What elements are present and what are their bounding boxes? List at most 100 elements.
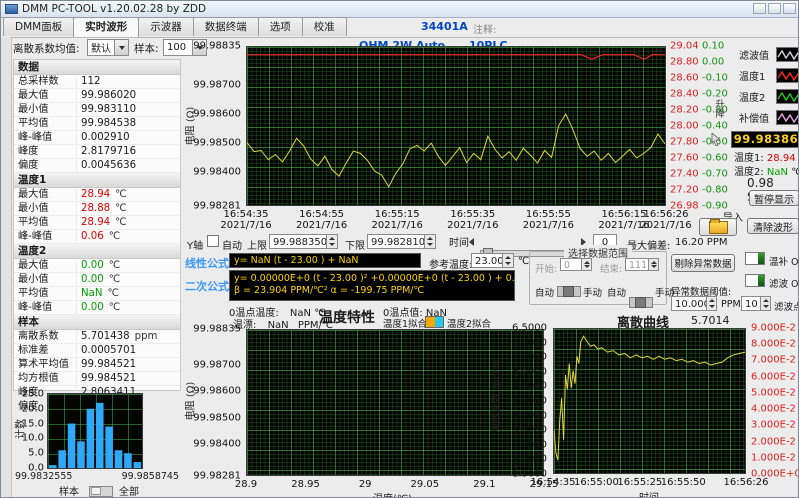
stats-row: 总采样数 112 — [14, 75, 180, 89]
range-end-spinner[interactable] — [649, 258, 659, 271]
axis-tick: 15.0 — [21, 418, 44, 430]
temp-chart-title: 温度特性 — [319, 310, 375, 326]
range2-auto-label: 自动 — [607, 288, 627, 299]
stats-row-label: 算术平均值 — [14, 358, 77, 371]
range-start-input[interactable]: 0 — [560, 258, 582, 271]
range-start-spinner[interactable] — [582, 258, 592, 271]
axis-tick: 16:55:55 2021/7/16 — [522, 209, 575, 231]
axis-tick: -0.20 — [702, 88, 728, 100]
histogram-xmax: 99.9858745 — [121, 471, 179, 482]
tab-2[interactable]: 实时波形 — [73, 17, 140, 37]
filter-points-spinner[interactable] — [761, 296, 771, 311]
axis-tick: 99.98500 — [193, 137, 241, 149]
dispersion-chart-plot — [553, 328, 746, 474]
tab-1[interactable]: DMM面板 — [3, 17, 75, 36]
tab-3[interactable]: 示波器 — [138, 17, 194, 36]
yaxis-auto-label: 自动 — [222, 241, 242, 252]
tab-4[interactable]: 数据终端 — [192, 17, 259, 36]
stats-row: 离散系数 5.701438 ppm — [14, 330, 180, 344]
maximize-button[interactable] — [768, 3, 781, 14]
outlier-threshold-spinner[interactable] — [707, 296, 717, 311]
stats-row-label: 标准差 — [14, 344, 77, 357]
remove-outlier-button[interactable]: 剔除异常数据 — [671, 254, 735, 272]
ref-temp-unit: ℃ — [518, 256, 530, 267]
axis-tick: 4.0000 — [512, 395, 547, 407]
linear-formula-label: 线性公式: — [185, 257, 234, 270]
axis-tick: 3.5000 — [512, 410, 547, 422]
axis-tick: 20.0 — [21, 403, 44, 415]
axis-tick: 0.00 — [702, 56, 725, 68]
stats-row-label: 最小值 — [14, 202, 77, 215]
cv-mean-dropdown[interactable]: 默认 — [87, 39, 129, 56]
stats-row: 峰度 2.8179716 — [14, 145, 180, 159]
axis-tick: 99.98281 — [193, 470, 241, 482]
stats-row-label: 最小值 — [14, 103, 77, 116]
axis-tick: 16:54:35 — [530, 477, 576, 488]
filter-points-label: 滤波点数 — [774, 302, 798, 313]
dispersion-ylabel: 离散系数 (ppm) — [491, 359, 503, 433]
range2-auto-manual-toggle[interactable] — [629, 297, 653, 308]
ref-temp-input[interactable]: 23.00 — [471, 253, 503, 268]
range1-auto-manual-toggle[interactable] — [557, 286, 581, 297]
quad-formula-display: y= 0.00000E+0 (t - 23.00 )² +0.00000E+0 … — [229, 270, 515, 301]
chevron-down-icon[interactable] — [114, 40, 128, 55]
lower-limit-input[interactable]: 99.982810 — [367, 234, 425, 249]
legend-item[interactable]: 温度1 — [739, 67, 798, 84]
time-slider-label: 时间 — [449, 238, 469, 249]
lower-limit-spinner[interactable] — [425, 234, 436, 249]
temp-comp-toggle[interactable] — [745, 252, 765, 265]
clear-waveform-button[interactable]: 清除波形 — [747, 218, 798, 234]
axis-tick: 99.98835 — [193, 40, 241, 52]
import-button[interactable] — [699, 218, 737, 236]
updown-scroll-control[interactable]: 升降 — [713, 99, 725, 118]
outlier-threshold-input[interactable]: 10.000 — [671, 296, 707, 311]
slider-left-arrow[interactable] — [469, 238, 474, 246]
close-button[interactable] — [783, 3, 796, 14]
histogram-yaxis: 25.0 20.0 15.0 10.0 5.0 0.0 — [21, 389, 46, 474]
tab-6[interactable]: 校准 — [301, 17, 347, 36]
pause-display-button[interactable]: 暂停显示 — [749, 190, 798, 206]
legend-swatch-icon[interactable] — [776, 68, 798, 83]
range1-auto-label: 自动 — [535, 288, 555, 299]
axis-tick: 16:55:50 — [660, 477, 706, 488]
legend-swatch-icon[interactable] — [776, 89, 798, 104]
tab-5[interactable]: 选项 — [257, 17, 303, 36]
dispersion-yaxis-right: 9.000E-2 8.000E-2 7.000E-2 6.000E-2 5.000E-2… — [749, 323, 798, 480]
stats-row-label: 离散系数 — [14, 330, 77, 343]
yaxis-auto-checkbox[interactable] — [207, 235, 219, 247]
ref-temp-spinner[interactable] — [503, 253, 514, 268]
fit-color-swatch[interactable] — [425, 316, 444, 328]
legend-swatch-icon[interactable] — [776, 47, 798, 62]
stats-row-value: 28.94 — [81, 217, 111, 228]
stats-row-value: 5.701438 — [81, 331, 130, 342]
minimize-button[interactable] — [753, 3, 766, 14]
legend-item[interactable]: 温度2 — [739, 88, 798, 105]
lower-limit-label: 下限 — [345, 241, 365, 252]
axis-tick: 26.98 — [670, 200, 699, 212]
range-end-input[interactable]: 111 — [625, 258, 649, 271]
title-bar[interactable]: DMM PC-TOOL v1.20.02.28 by ZDD — [1, 1, 798, 18]
axis-tick: 2.0000 — [512, 453, 547, 465]
histogram-plot — [47, 393, 143, 469]
stats-row-unit: ℃ — [107, 288, 119, 299]
legend-swatch-icon[interactable] — [776, 110, 798, 125]
stats-row-value: 99.984538 — [81, 118, 137, 129]
stats-row: 峰-峰值 0.06 ℃ — [14, 230, 180, 244]
legend-item[interactable]: 补偿值 — [739, 109, 798, 126]
axis-tick: -0.10 — [702, 72, 728, 84]
axis-tick: 1.000E-2 — [751, 452, 796, 464]
tab-bar: DMM面板 实时波形 示波器 数据终端 选项 校准 34401A 注释: — [1, 17, 798, 38]
axis-tick: -0.40 — [702, 120, 728, 132]
dmm-pc-tool-window: DMM PC-TOOL v1.20.02.28 by ZDD DMM面板 实时波形… — [0, 0, 799, 498]
axis-tick: 4.000E-2 — [751, 403, 796, 415]
stats-row-value: 0.0005701 — [81, 345, 137, 356]
axis-tick: 28.60 — [670, 72, 699, 84]
sample-all-toggle[interactable] — [89, 486, 113, 497]
filter-points-input[interactable]: 10 — [741, 296, 761, 311]
legend-item[interactable]: 滤波值 — [739, 46, 798, 63]
upper-limit-spinner[interactable] — [327, 234, 338, 249]
main-chart-plot — [246, 46, 666, 206]
filter-toggle[interactable] — [745, 274, 765, 287]
upper-limit-input[interactable]: 99.988350 — [269, 234, 327, 249]
tab-strip: DMM面板 实时波形 示波器 数据终端 选项 校准 — [1, 17, 798, 37]
